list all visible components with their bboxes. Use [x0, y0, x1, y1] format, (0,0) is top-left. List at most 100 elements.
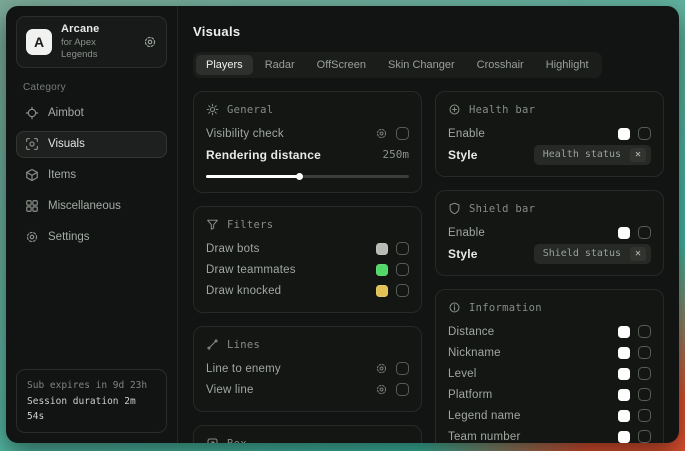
info-icon — [448, 301, 461, 314]
checkbox[interactable] — [396, 263, 409, 276]
setting-label: Visibility check — [206, 128, 284, 140]
color-swatch[interactable] — [618, 227, 630, 239]
brand-settings-icon[interactable] — [143, 35, 157, 49]
shield-icon — [448, 202, 461, 215]
card-title: Information — [469, 302, 542, 314]
setting-label: Style — [448, 247, 478, 261]
sun-icon — [206, 103, 219, 116]
sidebar-nav: Aimbot Visuals Items Miscellaneous Settings — [6, 98, 177, 253]
line-icon — [206, 338, 219, 351]
color-swatch[interactable] — [618, 128, 630, 140]
setting-row-draw-knocked: Draw knocked — [206, 280, 409, 301]
card-header: Shield bar — [448, 202, 651, 215]
setting-row-distance: Distance — [448, 321, 651, 342]
chip-close-icon[interactable]: ✕ — [630, 247, 646, 261]
checkbox[interactable] — [638, 127, 651, 140]
checkbox[interactable] — [638, 430, 651, 443]
sidebar-item-label: Visuals — [48, 138, 85, 150]
card-shield-bar: Shield bar Enable Style Shield status✕ — [435, 190, 664, 276]
app-logo: A — [26, 29, 52, 55]
sidebar-item-aimbot[interactable]: Aimbot — [16, 100, 167, 127]
sidebar-item-label: Settings — [48, 231, 90, 243]
setting-row-rendering-distance: Rendering distance250m — [206, 144, 409, 165]
gear-icon — [25, 230, 39, 244]
left-column: General Visibility check Rendering distanc… — [193, 91, 422, 443]
sidebar-item-miscellaneous[interactable]: Miscellaneous — [16, 193, 167, 220]
card-title: Box — [227, 438, 247, 444]
app-name: Arcane — [61, 23, 134, 37]
color-swatch[interactable] — [618, 368, 630, 380]
row-settings-icon[interactable] — [375, 383, 388, 396]
style-chip[interactable]: Shield status✕ — [534, 244, 651, 264]
color-swatch[interactable] — [618, 389, 630, 401]
checkbox[interactable] — [638, 226, 651, 239]
sub-expires-text: Sub expires in 9d 23h — [27, 378, 156, 393]
setting-row-legend-name: Legend name — [448, 405, 651, 426]
color-swatch[interactable] — [376, 264, 388, 276]
tab-radar[interactable]: Radar — [255, 55, 305, 75]
setting-row-team-number: Team number — [448, 426, 651, 443]
sidebar-item-label: Aimbot — [48, 107, 84, 119]
setting-row-visibility-check: Visibility check — [206, 123, 409, 144]
tab-highlight[interactable]: Highlight — [536, 55, 599, 75]
checkbox[interactable] — [638, 367, 651, 380]
setting-label: Draw teammates — [206, 264, 296, 276]
row-controls — [376, 263, 409, 276]
card-header: Health bar — [448, 103, 651, 116]
sidebar-item-visuals[interactable]: Visuals — [16, 131, 167, 158]
row-controls — [376, 284, 409, 297]
checkbox[interactable] — [638, 409, 651, 422]
apps-icon — [25, 199, 39, 213]
card-filters: FiltersDraw botsDraw teammatesDraw knock… — [193, 206, 422, 313]
slider-rendering-distance[interactable] — [206, 172, 409, 181]
tab-offscreen[interactable]: OffScreen — [307, 55, 376, 75]
checkbox[interactable] — [396, 362, 409, 375]
checkbox[interactable] — [396, 284, 409, 297]
color-swatch[interactable] — [618, 431, 630, 443]
color-swatch[interactable] — [618, 326, 630, 338]
card-information: InformationDistanceNicknameLevelPlatform… — [435, 289, 664, 443]
row-settings-icon[interactable] — [375, 127, 388, 140]
color-swatch[interactable] — [618, 347, 630, 359]
card-general: General Visibility check Rendering distanc… — [193, 91, 422, 193]
tab-skin-changer[interactable]: Skin Changer — [378, 55, 465, 75]
chip-close-icon[interactable]: ✕ — [630, 148, 646, 162]
style-chip[interactable]: Health status✕ — [534, 145, 651, 165]
setting-label: Nickname — [448, 347, 501, 359]
setting-row-style: Style Shield status✕ — [448, 243, 651, 264]
row-settings-icon[interactable] — [375, 362, 388, 375]
row-controls — [618, 226, 651, 239]
card-header: General — [206, 103, 409, 116]
color-swatch[interactable] — [376, 285, 388, 297]
checkbox[interactable] — [396, 383, 409, 396]
sidebar-item-settings[interactable]: Settings — [16, 224, 167, 251]
app-subtitle: for Apex Legends — [61, 37, 134, 61]
box-icon — [206, 437, 219, 443]
color-swatch[interactable] — [376, 243, 388, 255]
sidebar-item-label: Items — [48, 169, 76, 181]
sidebar-item-items[interactable]: Items — [16, 162, 167, 189]
checkbox[interactable] — [396, 242, 409, 255]
setting-label: Draw knocked — [206, 285, 281, 297]
setting-row-enable: Enable — [448, 123, 651, 144]
card-title: Health bar — [469, 104, 535, 116]
card-title: General — [227, 104, 273, 116]
row-controls — [375, 127, 409, 140]
color-swatch[interactable] — [618, 410, 630, 422]
visuals-icon — [25, 137, 39, 151]
setting-row-enable: Enable — [448, 222, 651, 243]
checkbox[interactable] — [396, 127, 409, 140]
tab-crosshair[interactable]: Crosshair — [467, 55, 534, 75]
settings-columns: General Visibility check Rendering distanc… — [193, 91, 664, 443]
checkbox[interactable] — [638, 346, 651, 359]
slider-thumb[interactable] — [296, 173, 303, 180]
checkbox[interactable] — [638, 325, 651, 338]
tab-players[interactable]: Players — [196, 55, 253, 75]
card-lines: LinesLine to enemyView line — [193, 326, 422, 412]
setting-label: Legend name — [448, 410, 521, 422]
page-title: Visuals — [193, 24, 664, 39]
checkbox[interactable] — [638, 388, 651, 401]
setting-label: Line to enemy — [206, 363, 281, 375]
cube-icon — [25, 168, 39, 182]
row-controls — [618, 346, 651, 359]
